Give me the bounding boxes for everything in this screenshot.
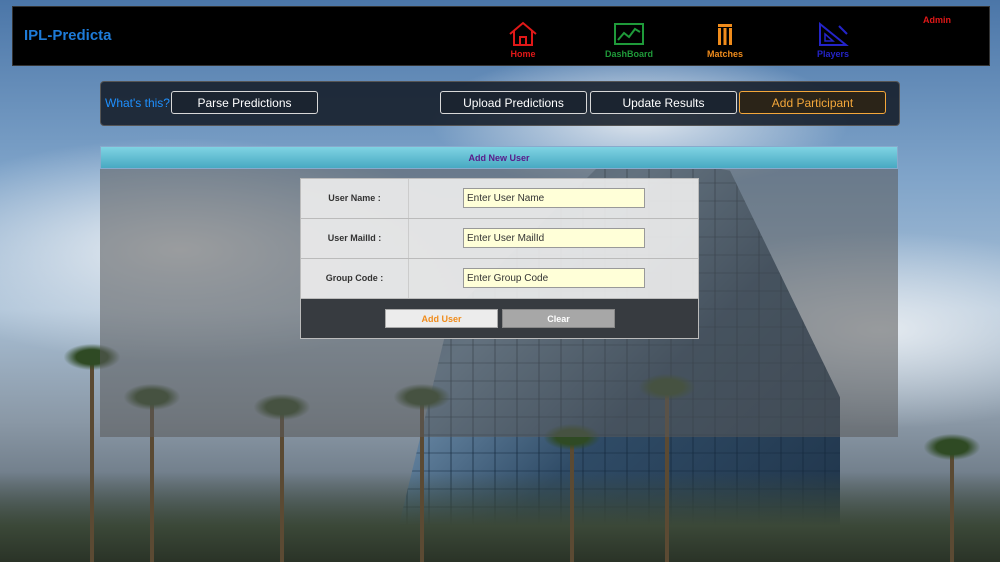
admin-link[interactable]: Admin: [923, 15, 951, 25]
username-label: User Name :: [301, 179, 409, 218]
nav-home[interactable]: Home: [483, 21, 563, 59]
nav-dashboard-label: DashBoard: [604, 49, 653, 59]
set-square-icon: [819, 21, 849, 46]
stumps-icon: [718, 24, 732, 45]
clear-button[interactable]: Clear: [502, 309, 615, 328]
top-navbar: IPL-Predicta Home DashBoard Matches Play…: [12, 6, 990, 66]
parse-predictions-button[interactable]: Parse Predictions: [171, 91, 318, 114]
palm-tree: [544, 424, 600, 562]
panel-title: Add New User: [100, 146, 898, 169]
add-participant-button[interactable]: Add Participant: [739, 91, 886, 114]
mailid-input[interactable]: [463, 228, 645, 248]
form-row-username: User Name :: [301, 179, 698, 219]
groupcode-label: Group Code :: [301, 259, 409, 298]
home-icon: [509, 21, 537, 46]
nav-home-label: Home: [510, 49, 536, 59]
nav-players[interactable]: Players: [793, 21, 873, 59]
update-results-button[interactable]: Update Results: [590, 91, 737, 114]
form-row-groupcode: Group Code :: [301, 259, 698, 299]
action-bar: What's this? Parse Predictions Upload Pr…: [100, 81, 900, 126]
groupcode-input[interactable]: [463, 268, 645, 288]
form-row-mailid: User MailId :: [301, 219, 698, 259]
add-user-form: User Name : User MailId : Group Code : A…: [300, 178, 699, 339]
palm-tree: [924, 434, 980, 562]
chart-icon: [614, 23, 644, 45]
nav-matches[interactable]: Matches: [685, 21, 765, 59]
nav-players-label: Players: [816, 49, 850, 59]
nav-matches-label: Matches: [706, 49, 743, 59]
brand-title[interactable]: IPL-Predicta: [24, 27, 112, 44]
whats-this-link[interactable]: What's this?: [105, 96, 170, 110]
mailid-label: User MailId :: [301, 219, 409, 258]
add-user-button[interactable]: Add User: [385, 309, 498, 328]
username-input[interactable]: [463, 188, 645, 208]
form-button-row: Add User Clear: [301, 299, 698, 338]
nav-dashboard[interactable]: DashBoard: [589, 21, 669, 59]
upload-predictions-button[interactable]: Upload Predictions: [440, 91, 587, 114]
palm-tree: [64, 344, 120, 562]
